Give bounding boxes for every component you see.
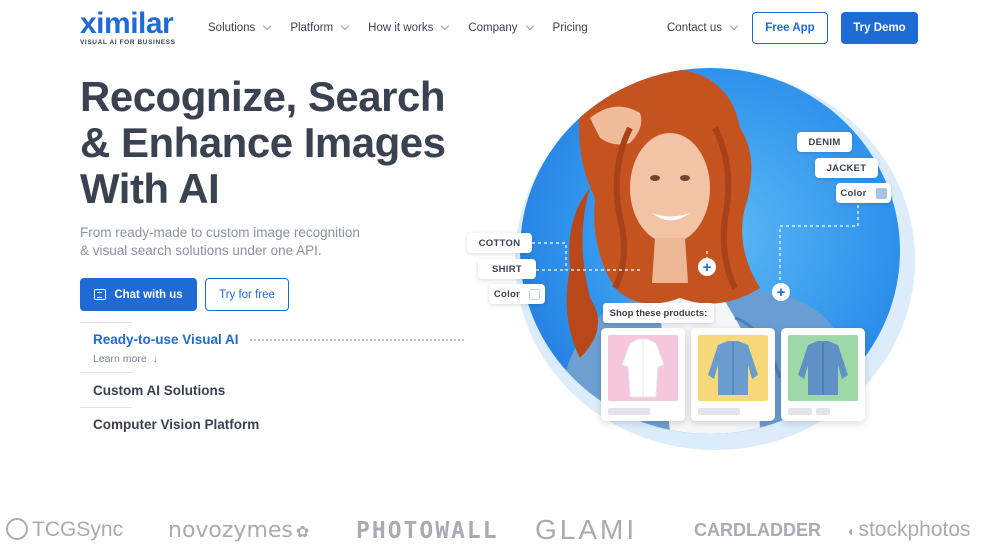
logo-glami: GLAMI (535, 514, 638, 545)
product-image-shirt (608, 335, 678, 401)
subtitle-line-1: From ready-made to custom image recognit… (80, 225, 360, 240)
chevron-down-icon (729, 21, 739, 31)
plus-icon[interactable]: + (772, 283, 790, 301)
placeholder-bar (816, 408, 830, 415)
learn-more-link[interactable]: Learn more ↓ (93, 353, 158, 365)
placeholder-bar (788, 408, 812, 415)
nav-contact[interactable]: Contact us (667, 20, 739, 36)
logo-novozymes: novozymes ✿ (168, 518, 310, 543)
placeholder-bar (608, 408, 650, 415)
client-logos: TCGSync novozymes ✿ PHOTOWALL GLAMI CARDL… (0, 510, 1000, 555)
arrow-down-icon: ↓ (152, 353, 158, 365)
try-demo-button[interactable]: Try Demo (841, 12, 918, 44)
solution-cv-platform[interactable]: Computer Vision Platform (93, 417, 259, 432)
divider (80, 322, 132, 323)
product-card-shirt[interactable] (601, 328, 685, 421)
nav-how-it-works-label: How it works (368, 22, 434, 34)
chat-button-label: Chat with us (114, 288, 183, 301)
plus-icon[interactable]: + (698, 258, 716, 276)
logo-tagline: VISUAL AI FOR BUSINESS (80, 39, 176, 46)
nav-platform[interactable]: Platform (290, 20, 350, 36)
logo-stockphotos: ◐stockphotos (848, 518, 971, 541)
chevron-down-icon (441, 21, 450, 31)
logo-wordmark: ximilar (80, 7, 174, 40)
try-for-free-button[interactable]: Try for free (205, 278, 289, 311)
chevron-down-icon (340, 21, 350, 31)
product-card-jacket-yellow[interactable] (691, 328, 775, 421)
nav-company-label: Company (468, 22, 518, 34)
chevron-down-icon (263, 21, 272, 31)
nav-solutions-label: Solutions (208, 22, 256, 34)
jacket-icon (798, 341, 848, 395)
product-image-jacket (788, 335, 858, 401)
nav-pricing[interactable]: Pricing (553, 20, 588, 36)
jacket-icon (708, 341, 758, 395)
placeholder-bar (698, 408, 740, 415)
logo-tcgsync: TCGSync (6, 518, 123, 542)
logo-photowall: PHOTOWALL (356, 518, 499, 544)
product-image-jacket (698, 335, 768, 401)
chat-with-us-button[interactable]: Chat with us (80, 278, 197, 311)
tag-color-shirt: Color (489, 284, 545, 304)
tag-denim: DENIM (797, 132, 852, 152)
shop-these-products-label: Shop these products: (603, 303, 714, 323)
color-swatch-blue (875, 187, 887, 199)
nav-pricing-label: Pricing (552, 22, 588, 34)
headline-line-2: & Enhance Images (80, 119, 446, 166)
tag-cotton: COTTON (467, 233, 532, 253)
divider (80, 407, 132, 408)
headline-line-1: Recognize, Search (80, 73, 445, 120)
nav-company[interactable]: Company (468, 20, 534, 36)
chat-icon (94, 289, 107, 300)
color-swatch-white (529, 288, 541, 300)
nav-platform-label: Platform (290, 22, 334, 34)
hero-subtitle: From ready-made to custom image recognit… (80, 224, 380, 260)
learn-more-label: Learn more (93, 353, 147, 365)
tag-color-label: Color (493, 288, 521, 300)
product-card-jacket-green[interactable] (781, 328, 865, 421)
main-nav: Solutions Platform How it works Company … (208, 20, 608, 36)
nav-solutions[interactable]: Solutions (208, 20, 272, 36)
progress-dots (250, 339, 464, 341)
headline-line-3: With AI (80, 165, 220, 212)
nav-how-it-works[interactable]: How it works (368, 20, 450, 36)
tag-color-jacket: Color (836, 183, 891, 203)
logo-cardladder: CARDLADDER (694, 520, 821, 540)
tag-color-label: Color (840, 187, 867, 199)
free-app-button[interactable]: Free App (752, 12, 828, 44)
shirt-icon (621, 338, 665, 398)
solution-custom-ai[interactable]: Custom AI Solutions (93, 383, 225, 398)
subtitle-line-2: & visual search solutions under one API. (80, 243, 322, 258)
solution-ready-to-use[interactable]: Ready-to-use Visual AI (93, 332, 239, 347)
ximilar-logo[interactable]: ximilar VISUAL AI FOR BUSINESS (80, 7, 180, 47)
tag-shirt: SHIRT (478, 259, 536, 279)
hero-headline: Recognize, Search & Enhance Images With … (80, 73, 446, 212)
tag-jacket: JACKET (815, 158, 878, 178)
chevron-down-icon (525, 21, 534, 31)
nav-contact-label: Contact us (667, 22, 722, 34)
divider (80, 372, 132, 373)
